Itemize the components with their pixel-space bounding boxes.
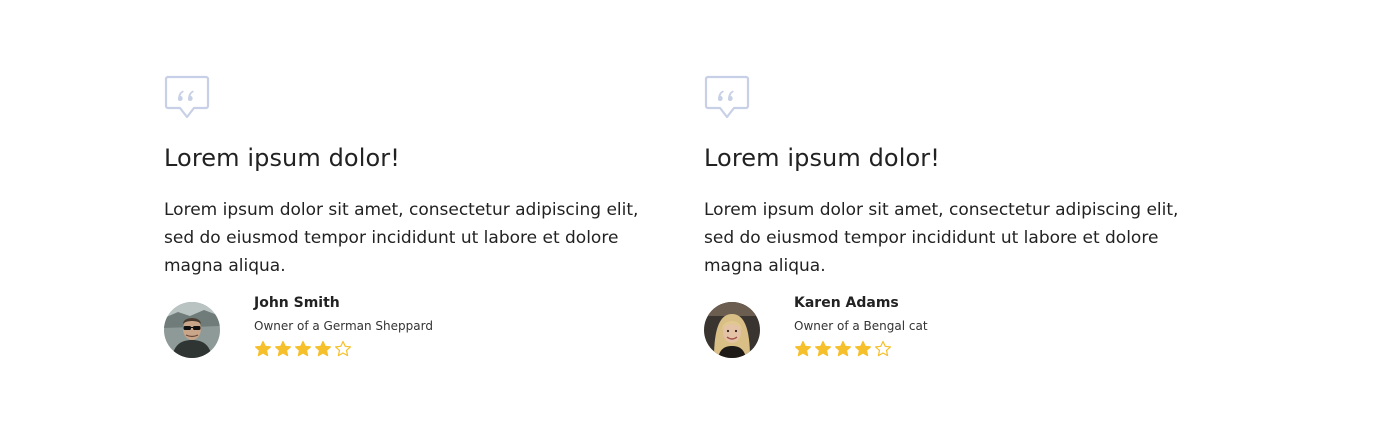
star-filled-icon [835, 340, 851, 357]
avatar [704, 302, 760, 358]
star-rating [794, 340, 928, 358]
star-filled-icon [275, 340, 291, 357]
testimonial-card: Lorem ipsum dolor! Lorem ipsum dolor sit… [704, 74, 1194, 358]
star-empty-icon [875, 340, 891, 357]
author-role: Owner of a German Sheppard [254, 319, 433, 333]
testimonial-title: Lorem ipsum dolor! [704, 144, 940, 172]
testimonial-text: Lorem ipsum dolor sit amet, consectetur … [164, 200, 639, 276]
testimonial-author: Karen Adams Owner of a Bengal cat [704, 294, 1194, 358]
avatar [164, 302, 220, 358]
star-rating [254, 340, 433, 358]
testimonial-author: John Smith Owner of a German Sheppard [164, 294, 654, 358]
star-filled-icon [815, 340, 831, 357]
quote-bubble-icon [164, 75, 210, 119]
quote-bubble-icon [704, 75, 750, 119]
testimonials-section: Lorem ipsum dolor! Lorem ipsum dolor sit… [164, 74, 1194, 358]
author-name: Karen Adams [794, 295, 899, 311]
author-info: Karen Adams Owner of a Bengal cat [794, 294, 928, 358]
testimonial-title: Lorem ipsum dolor! [164, 144, 400, 172]
star-filled-icon [795, 340, 811, 357]
star-filled-icon [295, 340, 311, 357]
man-with-sunglasses-avatar [164, 302, 220, 358]
star-filled-icon [255, 340, 271, 357]
star-filled-icon [315, 340, 331, 357]
testimonial-text: Lorem ipsum dolor sit amet, consectetur … [704, 200, 1179, 276]
author-role: Owner of a Bengal cat [794, 319, 928, 333]
author-name: John Smith [254, 295, 340, 311]
testimonial-card: Lorem ipsum dolor! Lorem ipsum dolor sit… [164, 74, 654, 358]
author-info: John Smith Owner of a German Sheppard [254, 294, 433, 358]
blonde-woman-avatar [704, 302, 760, 358]
star-empty-icon [335, 340, 351, 357]
star-filled-icon [855, 340, 871, 357]
